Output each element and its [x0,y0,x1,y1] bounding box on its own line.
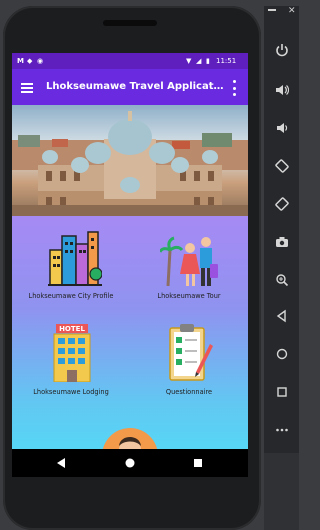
nav-back-icon[interactable] [56,458,66,468]
rotate-right-icon[interactable] [272,194,292,214]
rotate-left-icon[interactable] [272,156,292,176]
power-icon[interactable] [272,40,292,60]
menu-item-lodging[interactable]: HOTEL Lhokseumawe Lodging [12,320,130,402]
app-bar: Lhokseumawe Travel Applicati... [12,69,248,105]
signal-icon: ◢ [196,57,202,65]
menu-item-tour[interactable]: Lhokseumawe Tour [130,226,248,308]
volume-down-icon[interactable] [272,118,292,138]
hamburger-menu-icon[interactable] [21,83,33,93]
home-icon[interactable] [272,344,292,364]
emulator-background [264,453,299,530]
city-buildings-icon [48,231,102,286]
phone-speaker [103,20,157,26]
more-icon[interactable] [272,420,292,440]
close-icon[interactable]: ✕ [288,6,296,16]
app-title: Lhokseumawe Travel Applicati... [46,81,226,92]
back-icon[interactable] [272,306,292,326]
checklist-icon [169,324,213,381]
status-bar: M ◆ ◉ ▼ ◢ ▮ 11:51 [12,53,248,69]
menu-item-profile-partial[interactable] [100,426,160,449]
hotel-sign: HOTEL [59,325,85,333]
status-time: 11:51 [216,57,237,65]
emulator-side-panel: ✕ [264,6,299,453]
sync-icon: ◉ [37,57,44,65]
menu-item-questionnaire[interactable]: Questionnaire [130,320,248,402]
menu-label-city-profile: Lhokseumawe City Profile [28,292,114,300]
minimize-icon[interactable] [268,9,276,11]
avatar-icon [102,428,158,449]
tourists-icon [160,236,218,286]
hero-mosque-image [12,105,248,216]
camera-icon[interactable] [272,232,292,252]
nav-recents-icon[interactable] [193,458,203,468]
overflow-menu-icon[interactable] [231,80,237,96]
phone-screen: M ◆ ◉ ▼ ◢ ▮ 11:51 Lhokseumawe Travel App… [12,53,248,477]
menu-label-questionnaire: Questionnaire [165,388,213,396]
volume-up-icon[interactable] [272,80,292,100]
gmail-icon: M [17,57,24,65]
overview-icon[interactable] [272,382,292,402]
battery-icon: ▮ [206,57,210,65]
menu-grid: Lhokseumawe City Profile Lhokseumawe Tou… [12,216,248,449]
menu-item-city-profile[interactable]: Lhokseumawe City Profile [12,226,130,308]
menu-label-lodging: Lhokseumawe Lodging [33,388,109,396]
android-nav-bar [12,449,248,477]
wifi-icon: ▼ [186,57,192,65]
zoom-icon[interactable] [272,270,292,290]
nav-home-icon[interactable] [125,458,135,468]
menu-label-tour: Lhokseumawe Tour [157,292,221,300]
hotel-building-icon: HOTEL [53,324,91,382]
shield-icon: ◆ [27,57,33,65]
